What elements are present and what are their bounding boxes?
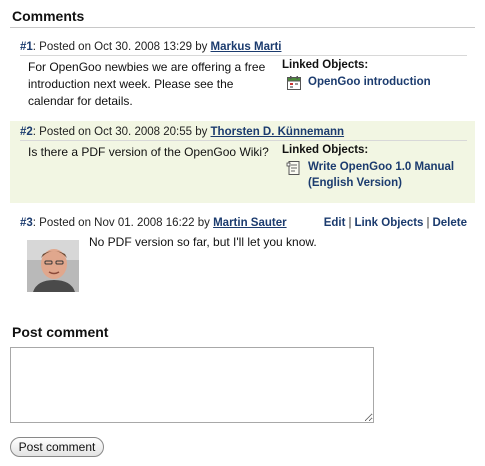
link-objects-link[interactable]: Link Objects — [354, 217, 423, 229]
comment-body: For OpenGoo newbies we are offering a fr… — [28, 60, 266, 108]
linked-objects: Linked Objects: OpenGoo introduction — [282, 59, 472, 91]
linked-objects: Linked Objects: Write OpenGoo 1.0 Manual… — [282, 144, 472, 191]
task-icon — [286, 160, 302, 176]
post-comment-button[interactable]: Post comment — [10, 437, 104, 457]
comment-1: #1: Posted on Oct 30. 2008 13:29 by Mark… — [10, 36, 475, 112]
comments-heading: Comments — [12, 8, 85, 24]
comment-author-link[interactable]: Thorsten D. Künnemann — [211, 126, 345, 138]
comment-textarea[interactable] — [10, 347, 374, 423]
comment-body: No PDF version so far, but I'll let you … — [89, 235, 317, 249]
calendar-icon — [286, 75, 302, 91]
linked-object-item: OpenGoo introduction — [286, 74, 472, 91]
comments-divider — [10, 27, 475, 28]
linked-object-link[interactable]: Write OpenGoo 1.0 Manual (English Versio… — [308, 159, 472, 191]
comment-author-link[interactable]: Martin Sauter — [213, 217, 287, 229]
linked-objects-title: Linked Objects: — [282, 59, 369, 71]
comment-meta: : Posted on Oct 30. 2008 13:29 by — [32, 41, 211, 53]
edit-link[interactable]: Edit — [324, 217, 346, 229]
comment-2: #2: Posted on Oct 30. 2008 20:55 by Thor… — [10, 121, 475, 203]
comment-actions: Edit | Link Objects | Delete — [324, 217, 467, 229]
linked-objects-title: Linked Objects: — [282, 144, 369, 156]
comment-body: Is there a PDF version of the OpenGoo Wi… — [28, 145, 269, 159]
linked-object-item: Write OpenGoo 1.0 Manual (English Versio… — [286, 159, 472, 191]
comment-number-link[interactable]: #2 — [20, 126, 33, 138]
delete-link[interactable]: Delete — [432, 217, 467, 229]
comment-author-link[interactable]: Markus Marti — [211, 41, 282, 53]
comment-meta: : Posted on Nov 01. 2008 16:22 by — [32, 217, 214, 229]
avatar — [27, 240, 79, 292]
post-comment-heading: Post comment — [12, 324, 109, 340]
comment-number-link[interactable]: #3 — [20, 217, 33, 229]
linked-object-link[interactable]: OpenGoo introduction — [308, 74, 431, 90]
comment-meta: : Posted on Oct 30. 2008 20:55 by — [32, 126, 211, 138]
comment-number-link[interactable]: #1 — [20, 41, 33, 53]
comment-header: #3: Posted on Nov 01. 2008 16:22 by Mart… — [20, 217, 467, 231]
comment-header: #1: Posted on Oct 30. 2008 13:29 by Mark… — [20, 41, 467, 56]
comment-3: #3: Posted on Nov 01. 2008 16:22 by Mart… — [10, 212, 475, 296]
comment-header: #2: Posted on Oct 30. 2008 20:55 by Thor… — [20, 126, 467, 141]
